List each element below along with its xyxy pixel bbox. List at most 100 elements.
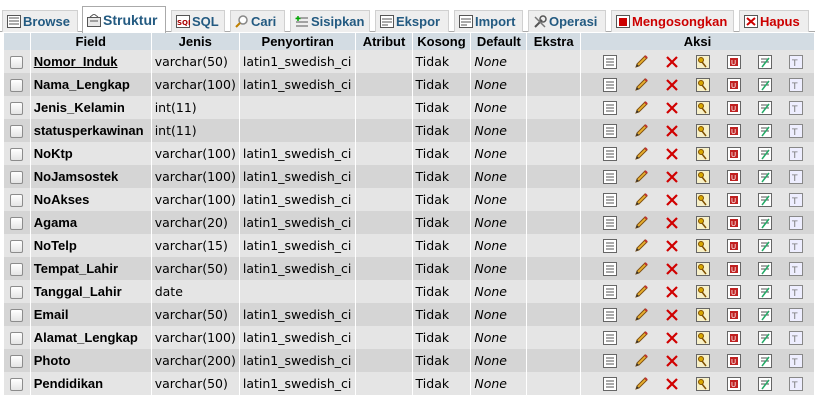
fulltext-icon[interactable]: T [780,307,811,322]
drop-x-icon[interactable] [656,170,687,184]
edit-pencil-icon[interactable] [625,376,656,392]
index-icon[interactable] [749,330,780,345]
tab-cari[interactable]: Cari [230,10,285,32]
primary-key-icon[interactable] [687,330,718,345]
row-checkbox[interactable] [10,217,24,230]
browse-distinct-icon[interactable] [594,192,625,207]
primary-key-icon[interactable] [687,77,718,92]
browse-distinct-icon[interactable] [594,238,625,253]
drop-x-icon[interactable] [656,147,687,161]
browse-distinct-icon[interactable] [594,353,625,368]
browse-distinct-icon[interactable] [594,376,625,391]
edit-pencil-icon[interactable] [625,146,656,162]
unique-icon[interactable]: U [718,376,749,391]
drop-x-icon[interactable] [656,216,687,230]
browse-distinct-icon[interactable] [594,215,625,230]
edit-pencil-icon[interactable] [625,77,656,93]
primary-key-icon[interactable] [687,169,718,184]
tab-ekspor[interactable]: Ekspor [375,10,449,32]
tab-struktur[interactable]: Struktur [82,6,166,33]
index-icon[interactable] [749,54,780,69]
fulltext-icon[interactable]: T [780,261,811,276]
row-checkbox[interactable] [10,263,24,276]
browse-distinct-icon[interactable] [594,54,625,69]
tab-import[interactable]: Import [454,10,523,32]
unique-icon[interactable]: U [718,284,749,299]
fulltext-icon[interactable]: T [780,238,811,253]
unique-icon[interactable]: U [718,261,749,276]
browse-distinct-icon[interactable] [594,77,625,92]
index-icon[interactable] [749,77,780,92]
edit-pencil-icon[interactable] [625,330,656,346]
unique-icon[interactable]: U [718,192,749,207]
primary-key-icon[interactable] [687,146,718,161]
browse-distinct-icon[interactable] [594,284,625,299]
drop-x-icon[interactable] [656,55,687,69]
drop-x-icon[interactable] [656,78,687,92]
browse-distinct-icon[interactable] [594,146,625,161]
row-checkbox[interactable] [10,286,24,299]
drop-x-icon[interactable] [656,354,687,368]
unique-icon[interactable]: U [718,330,749,345]
edit-pencil-icon[interactable] [625,307,656,323]
primary-key-icon[interactable] [687,284,718,299]
row-checkbox[interactable] [10,148,24,161]
unique-icon[interactable]: U [718,353,749,368]
row-checkbox[interactable] [10,102,24,115]
browse-distinct-icon[interactable] [594,123,625,138]
fulltext-icon[interactable]: T [780,376,811,391]
edit-pencil-icon[interactable] [625,54,656,70]
index-icon[interactable] [749,192,780,207]
row-checkbox[interactable] [10,171,24,184]
primary-key-icon[interactable] [687,123,718,138]
tab-hapus[interactable]: Hapus [739,10,809,32]
fulltext-icon[interactable]: T [780,146,811,161]
unique-icon[interactable]: U [718,238,749,253]
edit-pencil-icon[interactable] [625,169,656,185]
primary-key-icon[interactable] [687,238,718,253]
fulltext-icon[interactable]: T [780,123,811,138]
tab-browse[interactable]: Browse [2,10,78,32]
unique-icon[interactable]: U [718,77,749,92]
unique-icon[interactable]: U [718,307,749,322]
index-icon[interactable] [749,215,780,230]
edit-pencil-icon[interactable] [625,284,656,300]
header-field[interactable]: Field [30,33,152,50]
drop-x-icon[interactable] [656,101,687,115]
primary-key-icon[interactable] [687,261,718,276]
index-icon[interactable] [749,146,780,161]
primary-key-icon[interactable] [687,100,718,115]
unique-icon[interactable]: U [718,146,749,161]
fulltext-icon[interactable]: T [780,54,811,69]
primary-key-icon[interactable] [687,353,718,368]
drop-x-icon[interactable] [656,285,687,299]
index-icon[interactable] [749,261,780,276]
index-icon[interactable] [749,284,780,299]
unique-icon[interactable]: U [718,100,749,115]
browse-distinct-icon[interactable] [594,307,625,322]
edit-pencil-icon[interactable] [625,353,656,369]
browse-distinct-icon[interactable] [594,330,625,345]
fulltext-icon[interactable]: T [780,353,811,368]
fulltext-icon[interactable]: T [780,284,811,299]
fulltext-icon[interactable]: T [780,215,811,230]
unique-icon[interactable]: U [718,54,749,69]
primary-key-icon[interactable] [687,215,718,230]
row-checkbox[interactable] [10,355,24,368]
drop-x-icon[interactable] [656,262,687,276]
index-icon[interactable] [749,100,780,115]
drop-x-icon[interactable] [656,124,687,138]
primary-key-icon[interactable] [687,54,718,69]
primary-key-icon[interactable] [687,307,718,322]
tab-operasi[interactable]: Operasi [528,10,606,32]
primary-key-icon[interactable] [687,376,718,391]
index-icon[interactable] [749,123,780,138]
fulltext-icon[interactable]: T [780,77,811,92]
tab-sql[interactable]: SQL SQL [171,10,225,32]
fulltext-icon[interactable]: T [780,192,811,207]
edit-pencil-icon[interactable] [625,238,656,254]
browse-distinct-icon[interactable] [594,100,625,115]
edit-pencil-icon[interactable] [625,100,656,116]
index-icon[interactable] [749,376,780,391]
drop-x-icon[interactable] [656,193,687,207]
